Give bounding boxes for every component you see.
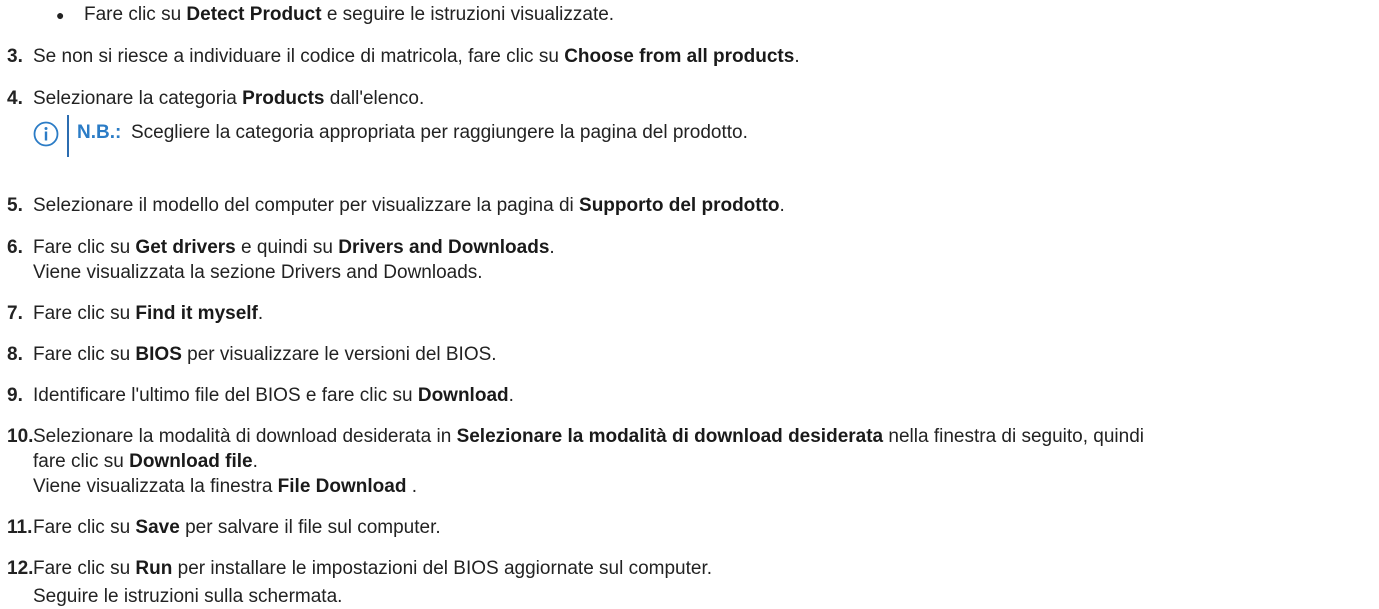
step-text: Selezionare la categoria [33, 88, 243, 109]
step-text-bold-2: Drivers and Downloads [338, 237, 550, 258]
step-text-end: per salvare il file sul computer. [179, 517, 441, 538]
step-number: 10. [7, 426, 34, 447]
step-text: Fare clic su [33, 303, 136, 324]
step-number: 3. [7, 46, 23, 67]
step-text: Fare clic su [33, 237, 136, 258]
step-text-bold: BIOS [135, 344, 182, 365]
step-text-end: . [794, 46, 800, 67]
step-text-end: . [779, 195, 785, 216]
step-text-bold: Run [135, 558, 173, 579]
step-text-end: per installare le impostazioni del BIOS … [172, 558, 713, 579]
step-text-end: . [508, 385, 514, 406]
step-text-end: . [252, 451, 258, 472]
step-number: 5. [7, 195, 23, 216]
bullet-text-post: e seguire le istruzioni visualizzate. [321, 4, 615, 25]
step-text: fare clic su [33, 451, 130, 472]
step-number: 7. [7, 303, 23, 324]
step-text-bold: Download file [129, 451, 253, 472]
note-label: N.B.: [77, 122, 122, 143]
step-text: Selezionare il modello del computer per … [33, 195, 580, 216]
step-number: 11. [7, 517, 33, 538]
info-icon [33, 121, 59, 147]
step-text-bold: Save [135, 517, 180, 538]
step-text-end: . [257, 303, 264, 324]
step-text-bold: Supporto del prodotto [579, 195, 780, 216]
step-number: 12. [7, 558, 34, 579]
step-text: Se non si riesce a individuare il codice… [33, 46, 565, 67]
step-text-bold: Download [417, 385, 509, 406]
step-text: Fare clic su [33, 558, 136, 579]
step-result-end: . [406, 476, 418, 497]
step-number: 8. [7, 344, 23, 365]
bullet-text-bold: Detect Product [186, 4, 322, 25]
note-divider [67, 115, 69, 157]
document-page: ● Fare clic su Detect Product e seguire … [0, 0, 1379, 607]
step-text: Fare clic su [33, 344, 136, 365]
step-text: Selezionare la modalità di download desi… [33, 426, 457, 447]
step-text-mid: e quindi su [235, 237, 339, 258]
step-text: Fare clic su [33, 517, 136, 538]
step-result-text: Viene visualizzata la sezione Drivers an… [33, 262, 483, 283]
step-result-bold: File Download [277, 476, 407, 497]
step-text-end: dall'elenco. [324, 88, 425, 109]
step-text-bold: Get drivers [135, 237, 236, 258]
step-text-bold: Products [242, 88, 325, 109]
bullet-text-pre: Fare clic su [84, 4, 187, 25]
step-text: Identificare l'ultimo file del BIOS e fa… [33, 385, 418, 406]
step-text-bold: Choose from all products [564, 46, 795, 67]
note-text: Scegliere la categoria appropriata per r… [131, 122, 748, 143]
step-text-end: nella finestra di seguito, quindi [883, 426, 1145, 447]
step-result-text: Seguire le istruzioni sulla schermata. [33, 586, 343, 607]
step-number: 9. [7, 385, 23, 406]
step-text-end: per visualizzare le versioni del BIOS. [181, 344, 497, 365]
step-text-end: . [549, 237, 555, 258]
step-text-bold: Selezionare la modalità di download desi… [456, 426, 884, 447]
step-text-bold: Find it myself [135, 303, 258, 324]
step-number: 6. [7, 237, 23, 258]
bullet-dot: ● [56, 7, 65, 23]
step-result-text: Viene visualizzata la finestra [33, 476, 278, 497]
step-number: 4. [7, 88, 23, 109]
